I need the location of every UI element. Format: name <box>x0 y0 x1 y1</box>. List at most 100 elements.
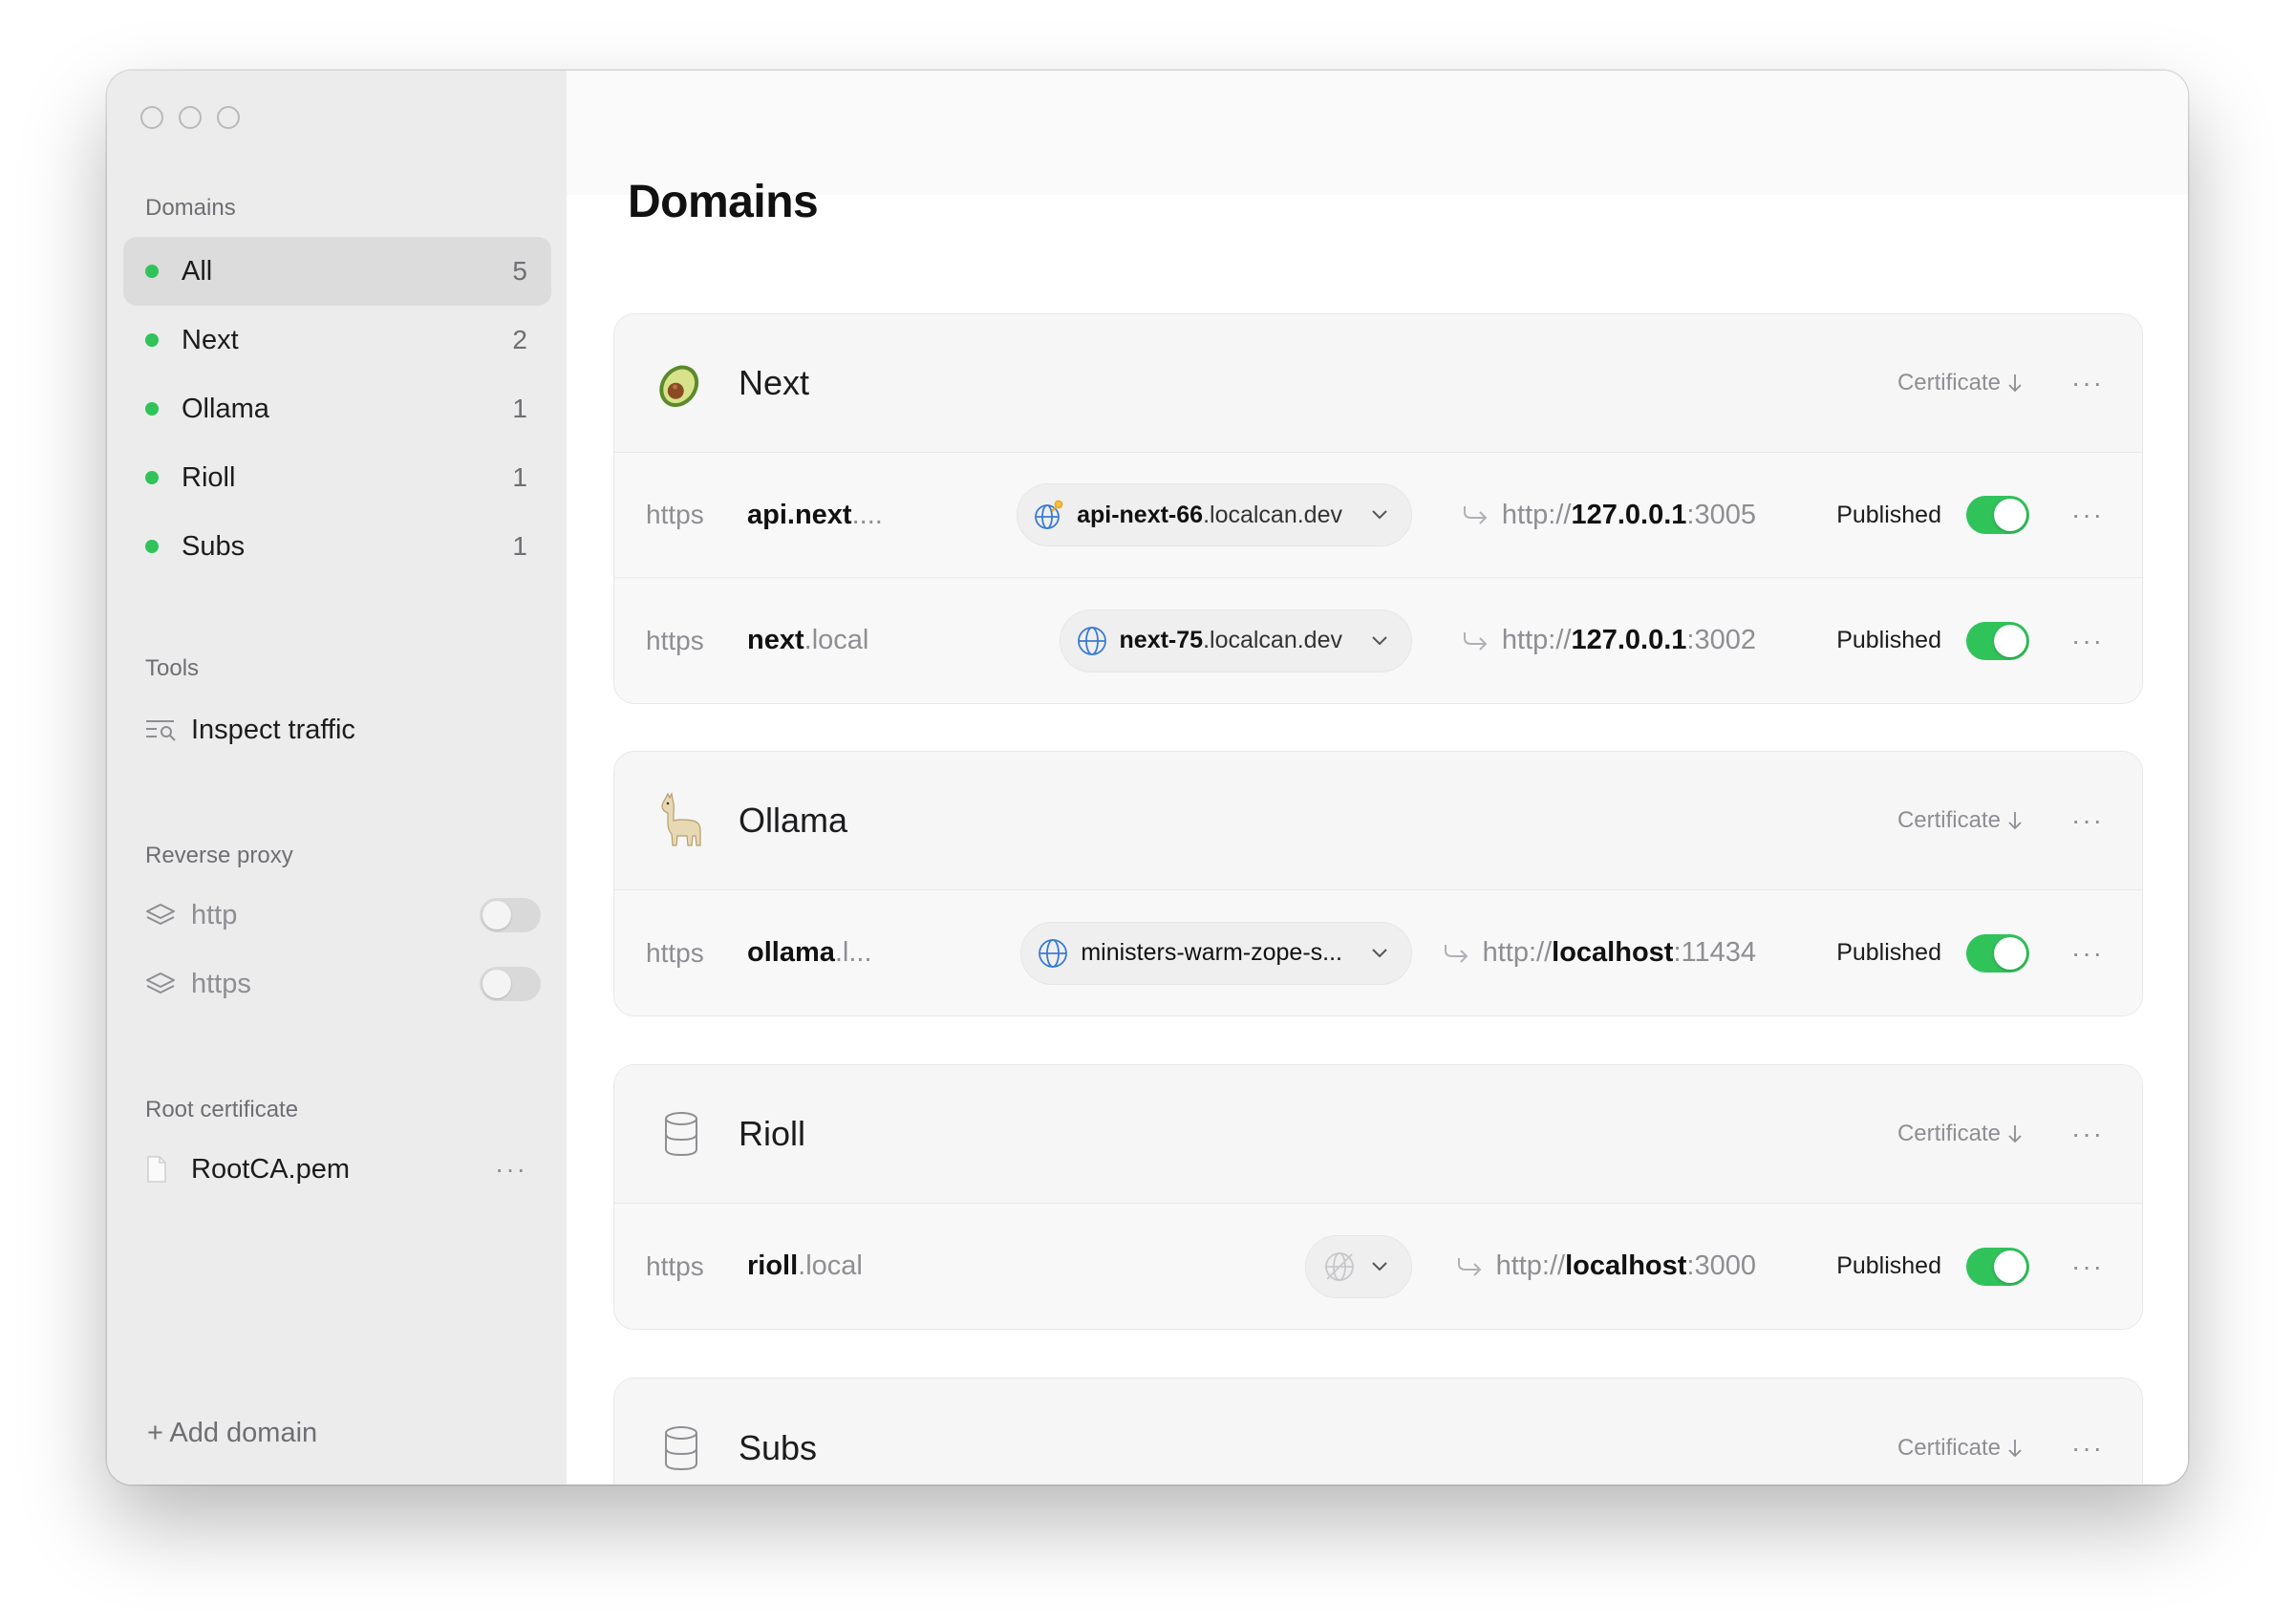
forward-target: http://localhost:11434 <box>1443 937 1756 969</box>
certificate-download-button[interactable]: Certificate <box>1897 1435 2022 1462</box>
group-name: Next <box>739 363 810 402</box>
forward-arrow-icon <box>1463 631 1488 651</box>
sidebar-item-ollama[interactable]: Ollama 1 <box>123 374 551 443</box>
sidebar-item-label: Subs <box>182 530 246 562</box>
sidebar-item-proxy-https: https <box>123 950 551 1018</box>
zoom-window-button[interactable] <box>217 106 240 129</box>
tunnel-url: next-75.localcan.dev <box>1119 627 1342 653</box>
sidebar-item-count: 1 <box>512 531 527 561</box>
chevron-down-icon <box>1371 635 1388 647</box>
group-more-button[interactable]: ··· <box>2071 1119 2104 1149</box>
http-proxy-toggle[interactable] <box>480 898 541 932</box>
status-dot <box>145 471 159 484</box>
close-window-button[interactable] <box>140 106 163 129</box>
group-name: Ollama <box>739 801 848 840</box>
group-header: Next Certificate ··· <box>614 314 2142 453</box>
app-window: Domains All 5 Next 2 Ollama 1 Rioll 1 Su… <box>107 71 2188 1485</box>
chevron-down-icon <box>1371 509 1388 521</box>
certificate-label: Certificate <box>1897 1434 2002 1461</box>
domain-host: ollama.l... <box>747 937 872 968</box>
globe-icon <box>1077 626 1106 655</box>
domain-host: next.local <box>747 625 869 655</box>
row-more-button[interactable]: ··· <box>2071 938 2104 969</box>
forward-target: http://127.0.0.1:3002 <box>1462 625 1756 656</box>
status-label: Published <box>1836 1252 1941 1279</box>
sidebar-item-label: Ollama <box>182 393 269 424</box>
forward-arrow-icon <box>1457 1257 1481 1276</box>
status-dot <box>145 540 159 553</box>
sidebar-item-label: RootCA.pem <box>191 1153 351 1185</box>
sidebar-item-subs[interactable]: Subs 1 <box>123 512 551 581</box>
sidebar-item-all[interactable]: All 5 <box>123 237 551 306</box>
llama-icon <box>653 792 710 849</box>
tunnel-select[interactable]: api-next-66.localcan.dev <box>1017 483 1412 546</box>
status-dot <box>145 402 159 416</box>
root-certificate-heading: Root certificate <box>145 1097 299 1122</box>
certificate-download-button[interactable]: Certificate <box>1897 1121 2022 1147</box>
avocado-icon <box>653 354 710 412</box>
minimize-window-button[interactable] <box>179 106 202 129</box>
root-cert-more-button[interactable]: ··· <box>495 1154 527 1185</box>
certificate-label: Certificate <box>1897 1121 2002 1146</box>
sidebar-item-proxy-http: http <box>123 881 551 950</box>
certificate-label: Certificate <box>1897 807 2002 833</box>
forward-target: http://localhost:3000 <box>1456 1250 1756 1282</box>
row-more-button[interactable]: ··· <box>2071 500 2104 530</box>
chevron-down-icon <box>1371 948 1388 959</box>
row-more-button[interactable]: ··· <box>2071 1251 2104 1282</box>
database-icon <box>653 1105 710 1163</box>
domain-row[interactable]: https rioll.local http://localhost:3000 … <box>614 1204 2142 1329</box>
database-icon <box>653 1420 710 1477</box>
sidebar-item-inspect-traffic[interactable]: Inspect traffic <box>123 695 551 764</box>
layers-icon <box>145 901 180 930</box>
status-label: Published <box>1836 939 1941 966</box>
status-label: Published <box>1836 501 1941 528</box>
protocol-label: https <box>646 500 704 529</box>
sidebar-item-root-cert[interactable]: RootCA.pem ··· <box>123 1135 551 1204</box>
domain-row[interactable]: https next.local next-75.localcan.dev ht… <box>614 578 2142 703</box>
domain-row[interactable]: https api.next.... api-next-66.localcan.… <box>614 453 2142 578</box>
tunnel-select[interactable]: ministers-warm-zope-s... <box>1020 921 1412 985</box>
group-name: Rioll <box>739 1114 806 1153</box>
certificate-download-button[interactable]: Certificate <box>1897 370 2022 396</box>
sidebar-item-next[interactable]: Next 2 <box>123 306 551 374</box>
tools-heading: Tools <box>145 655 200 681</box>
reverse-proxy-heading: Reverse proxy <box>145 843 293 868</box>
add-domain-button[interactable]: + Add domain <box>147 1418 317 1449</box>
tunnel-url: ministers-warm-zope-s... <box>1081 939 1342 966</box>
domain-group-next: Next Certificate ··· https api.next.... … <box>613 313 2143 704</box>
https-proxy-toggle[interactable] <box>480 967 541 1001</box>
group-name: Subs <box>739 1427 818 1467</box>
domain-row[interactable]: https ollama.l... ministers-warm-zope-s.… <box>614 890 2142 1015</box>
publish-toggle[interactable] <box>1966 621 2029 660</box>
window-controls <box>140 106 240 129</box>
publish-toggle[interactable] <box>1966 496 2029 534</box>
tunnel-url: api-next-66.localcan.dev <box>1077 501 1342 528</box>
status-dot <box>145 333 159 347</box>
certificate-download-button[interactable]: Certificate <box>1897 807 2022 834</box>
group-header: Ollama Certificate ··· <box>614 752 2142 890</box>
domain-group-ollama: Ollama Certificate ··· https ollama.l...… <box>613 751 2143 1016</box>
arrow-down-icon <box>2008 812 2022 830</box>
sidebar-item-rioll[interactable]: Rioll 1 <box>123 443 551 512</box>
tunnel-select[interactable] <box>1305 1234 1412 1298</box>
sidebar-item-label: Inspect traffic <box>191 714 355 745</box>
sidebar-item-label: All <box>182 255 213 287</box>
publish-toggle[interactable] <box>1966 933 2029 972</box>
file-icon <box>145 1155 180 1184</box>
domain-host: rioll.local <box>747 1250 863 1281</box>
group-more-button[interactable]: ··· <box>2071 368 2104 398</box>
domain-group-rioll: Rioll Certificate ··· https rioll.local <box>613 1064 2143 1330</box>
group-more-button[interactable]: ··· <box>2071 805 2104 836</box>
domain-group-subs: Subs Certificate ··· <box>613 1378 2143 1485</box>
sidebar-item-label: Next <box>182 324 239 355</box>
certificate-label: Certificate <box>1897 370 2002 395</box>
chevron-down-icon <box>1371 1261 1388 1272</box>
layers-icon <box>145 970 180 998</box>
group-more-button[interactable]: ··· <box>2071 1433 2104 1464</box>
tunnel-select[interactable]: next-75.localcan.dev <box>1059 609 1412 673</box>
row-more-button[interactable]: ··· <box>2071 626 2104 656</box>
sidebar-item-label: http <box>191 899 238 930</box>
globe-icon <box>1039 938 1068 968</box>
publish-toggle[interactable] <box>1966 1247 2029 1286</box>
